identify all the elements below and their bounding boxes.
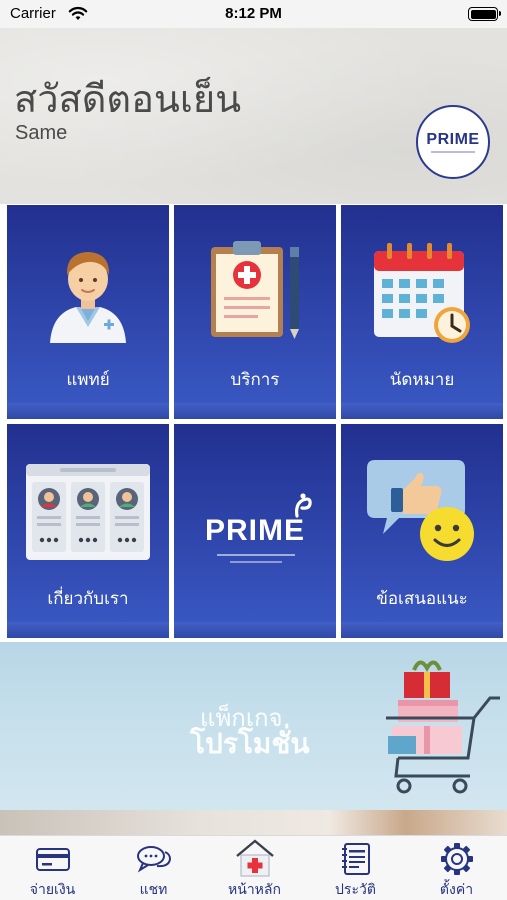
- next-banner-preview[interactable]: [0, 810, 507, 835]
- prime-logo-badge: PRIME: [416, 105, 490, 179]
- tab-payment[interactable]: จ่ายเงิน: [2, 836, 103, 900]
- tab-bar: จ่ายเงิน แชท หน้าหลัก ประวัติ ตั้งค่า: [0, 835, 507, 900]
- clipboard-medical-icon: [211, 241, 299, 339]
- tab-home[interactable]: หน้าหลัก: [204, 836, 305, 900]
- promo-title-line2: โปรโมชั่น: [190, 727, 310, 760]
- menu-tile-label: ข้อเสนอแนะ: [376, 589, 468, 609]
- calendar-clock-icon: [374, 243, 470, 343]
- tab-label: จ่ายเงิน: [29, 882, 76, 898]
- prime-logo-text: PRIME: [204, 514, 305, 547]
- menu-grid: แพทย์ บริการ นัดหมาย เกี่ยวกับเรา PRIME …: [0, 204, 507, 642]
- header: สวัสดีตอนเย็น Same PRIME: [0, 28, 507, 204]
- gear-icon: [441, 843, 473, 875]
- menu-tile-appointment[interactable]: นัดหมาย: [341, 205, 503, 419]
- tab-chat[interactable]: แชท: [103, 836, 204, 900]
- tab-label: แชท: [139, 882, 168, 898]
- shopping-cart-gifts-icon: [386, 660, 500, 794]
- menu-tile-prime-logo[interactable]: PRIME: [174, 424, 336, 638]
- team-profiles-icon: [26, 464, 150, 560]
- tab-history[interactable]: ประวัติ: [305, 836, 406, 900]
- battery-icon: [468, 7, 501, 21]
- menu-tile-services[interactable]: บริการ: [174, 205, 336, 419]
- tab-label: ประวัติ: [335, 882, 376, 898]
- menu-tile-label: บริการ: [230, 370, 280, 390]
- feedback-thumbs-up-icon: [367, 460, 474, 561]
- username-label: Same: [15, 122, 68, 144]
- home-cross-icon: [236, 839, 274, 877]
- app-screen: Carrier 8:12 PM สวัสดีตอนเย็น Same PRIME: [0, 0, 507, 900]
- logo-tagline-line: [230, 561, 282, 563]
- status-bar: Carrier 8:12 PM: [0, 0, 507, 28]
- history-notebook-icon: [342, 843, 370, 875]
- menu-tile-label: เกี่ยวกับเรา: [47, 589, 129, 609]
- menu-tile-label: นัดหมาย: [389, 370, 455, 390]
- menu-tile-doctor[interactable]: แพทย์: [7, 205, 169, 419]
- doctor-icon: [50, 252, 126, 343]
- logo-tagline-line: [431, 151, 475, 153]
- tab-label: ตั้งค่า: [439, 882, 474, 898]
- clock-time: 8:12 PM: [225, 5, 282, 22]
- chat-bubbles-icon: [137, 846, 172, 873]
- menu-tile-feedback[interactable]: ข้อเสนอแนะ: [341, 424, 503, 638]
- menu-tile-about-us[interactable]: เกี่ยวกับเรา: [7, 424, 169, 638]
- payment-card-icon: [36, 848, 70, 871]
- prime-logo-text: PRIME: [426, 131, 480, 148]
- tab-settings[interactable]: ตั้งค่า: [406, 836, 507, 900]
- promo-banner[interactable]: แพ็กเกจ โปรโมชั่น: [0, 642, 507, 810]
- menu-tile-label: แพทย์: [66, 370, 110, 390]
- greeting-title: สวัสดีตอนเย็น: [14, 77, 242, 121]
- tab-label: หน้าหลัก: [228, 882, 281, 898]
- logo-tagline-line: [217, 554, 295, 556]
